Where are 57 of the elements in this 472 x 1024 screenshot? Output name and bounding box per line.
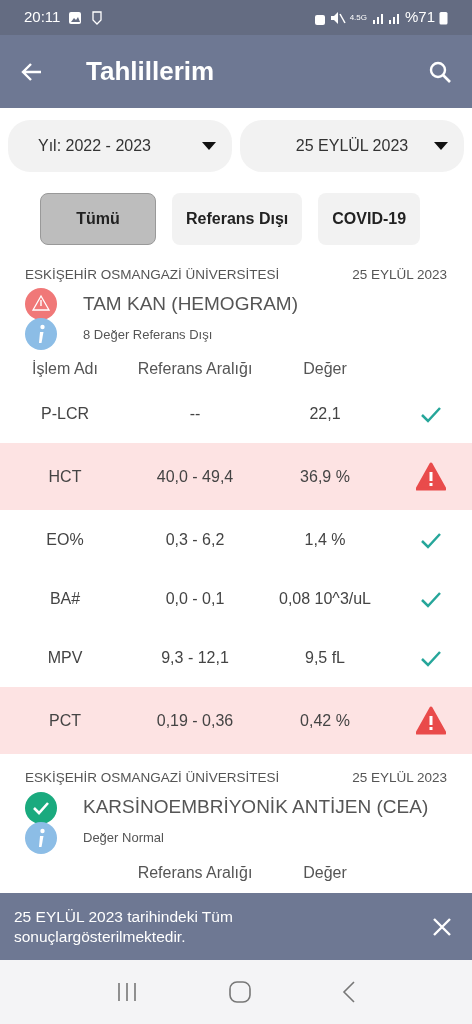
- table-cell-text: 0,08 10^3/uL: [278, 588, 372, 609]
- column-header: Değer: [302, 862, 348, 883]
- summary-text: Değer Normal: [83, 828, 164, 847]
- app-title: Tahlillerim: [86, 55, 216, 88]
- warning-icon: [416, 462, 446, 492]
- filter-chip[interactable]: Tümü: [40, 193, 156, 245]
- table-cell-text: 0,42 %: [299, 710, 351, 731]
- column-header: Referans Aralığı: [136, 862, 254, 883]
- close-icon[interactable]: [432, 916, 452, 937]
- year-dropdown[interactable]: Yıl: 2022 - 2023: [8, 120, 232, 172]
- recent-apps-icon[interactable]: [115, 982, 138, 1002]
- home-icon[interactable]: [229, 981, 251, 1003]
- back-nav-icon[interactable]: [342, 981, 357, 1003]
- table-cell-text: 22,1: [308, 403, 342, 424]
- table-cell-text: EO%: [45, 529, 85, 550]
- search-icon[interactable]: [428, 59, 452, 84]
- column-header: Referans Aralığı: [136, 359, 254, 380]
- tag-icon: [90, 9, 105, 26]
- column-header: Değer: [302, 359, 348, 380]
- filter-chip[interactable]: COVID-19: [318, 193, 421, 245]
- table-cell-text: P-LCR: [40, 403, 90, 424]
- battery-text: %71: [404, 7, 435, 28]
- image-icon: [68, 10, 83, 25]
- info-icon: [25, 821, 57, 854]
- date-text: 25 EYLÜL 2023: [352, 266, 447, 284]
- table-cell-text: 9,5 fL: [304, 647, 346, 668]
- table-cell-text: 0,3 - 6,2: [164, 529, 226, 550]
- snackbar-message: 25 EYLÜL 2023 tarihindeki Tüm sonuçlargösterilmektedir.: [14, 907, 234, 946]
- institution-text: ESKİŞEHİR OSMANGAZİ ÜNİVERSİTESİ: [25, 769, 280, 788]
- test-title: TAM KAN (HEMOGRAM): [83, 292, 298, 316]
- table-cell-text: 1,4 %: [303, 529, 347, 550]
- date-text: 25 EYLÜL 2023: [352, 769, 447, 788]
- table-cell-text: MPV: [46, 647, 84, 668]
- filter-chip[interactable]: Referans Dışı: [172, 193, 303, 245]
- table-cell-text: --: [188, 403, 202, 424]
- table-cell-text: 36,9 %: [299, 466, 351, 487]
- test-title: KARSİNOEMBRİYONİK ANTİJEN (CEA): [83, 795, 429, 820]
- battery-icon: [439, 10, 448, 25]
- info-icon: [25, 318, 57, 351]
- table-cell-text: 0,19 - 0,36: [155, 710, 235, 731]
- network-text: 4.5G: [349, 11, 367, 24]
- summary-text: 8 Değer Referans Dışı: [83, 325, 213, 344]
- institution-text: ESKİŞEHİR OSMANGAZİ ÜNİVERSİTESİ: [25, 266, 280, 284]
- caret-icon: [202, 142, 216, 150]
- table-cell-text: PCT: [48, 710, 82, 731]
- signal-icon: [370, 11, 401, 24]
- mute-icon: [329, 10, 346, 25]
- table-cell-text: BA#: [48, 588, 82, 609]
- table-cell-text: HCT: [47, 466, 83, 487]
- clock-text: 20:11: [24, 7, 61, 28]
- caret-icon: [434, 142, 448, 150]
- table-cell-text: 9,3 - 12,1: [160, 647, 230, 668]
- column-header: İşlem Adı: [31, 359, 99, 380]
- table-cell-text: 40,0 - 49,4: [155, 466, 235, 487]
- table-cell-text: 0,0 - 0,1: [164, 588, 226, 609]
- warning-icon: [416, 706, 446, 736]
- date-dropdown[interactable]: 25 EYLÜL 2023: [240, 120, 464, 172]
